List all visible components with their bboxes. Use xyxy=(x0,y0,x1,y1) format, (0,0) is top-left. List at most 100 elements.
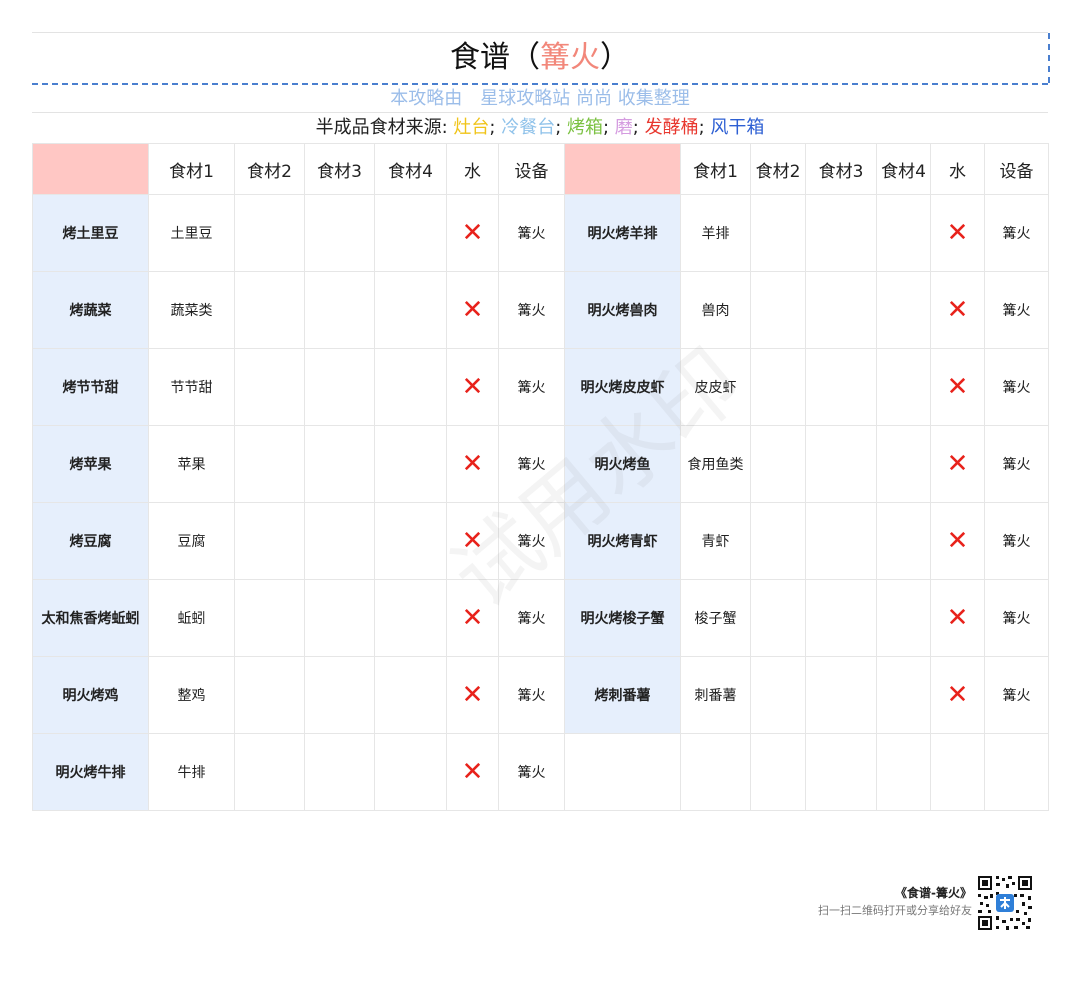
ingredient-source-row: 半成品食材来源: 灶台; 冷餐台; 烤箱; 磨; 发酵桶; 风干箱 xyxy=(32,113,1048,143)
ingredient-1: 豆腐 xyxy=(148,502,235,580)
cross-icon: ✕ xyxy=(461,295,484,325)
water-cell: ✕ xyxy=(930,425,985,503)
ingredient-3 xyxy=(805,348,877,426)
dish-name: 烤节节甜 xyxy=(32,348,149,426)
qr-code-icon[interactable] xyxy=(976,874,1034,932)
ingredient-2 xyxy=(750,194,806,272)
water-cell: ✕ xyxy=(446,733,499,811)
ingredient-1: 蚯蚓 xyxy=(148,579,235,657)
ingredient-1: 梭子蟹 xyxy=(680,579,751,657)
dish-name: 明火烤青虾 xyxy=(564,502,681,580)
dish-name: 明火烤梭子蟹 xyxy=(564,579,681,657)
ingredient-1: 整鸡 xyxy=(148,656,235,734)
equipment: 篝火 xyxy=(498,656,565,734)
equipment: 篝火 xyxy=(984,271,1049,349)
equipment: 篝火 xyxy=(984,425,1049,503)
water-cell: ✕ xyxy=(446,502,499,580)
ingredient-2 xyxy=(750,348,806,426)
empty-cell xyxy=(984,733,1049,811)
dish-name: 明火烤鱼 xyxy=(564,425,681,503)
column-header: 食材1 xyxy=(148,143,235,195)
water-cell: ✕ xyxy=(446,194,499,272)
ingredient-3 xyxy=(304,579,375,657)
column-header: 食材4 xyxy=(876,143,931,195)
equipment: 篝火 xyxy=(984,194,1049,272)
column-header: 食材2 xyxy=(234,143,305,195)
ingredient-1: 苹果 xyxy=(148,425,235,503)
dish-name: 烤蔬菜 xyxy=(32,271,149,349)
header-dish-cell xyxy=(32,143,149,195)
title-row: 食谱（篝火） xyxy=(32,32,1050,85)
column-header: 食材4 xyxy=(374,143,447,195)
cross-icon: ✕ xyxy=(461,218,484,248)
table-row: 烤苹果 苹果 ✕ 篝火 明火烤鱼 食用鱼类 ✕ 篝火 xyxy=(32,425,1049,503)
source-item: 发酵桶 xyxy=(644,117,699,138)
water-cell: ✕ xyxy=(930,656,985,734)
ingredient-4 xyxy=(876,194,931,272)
ingredient-4 xyxy=(876,579,931,657)
table-row: 太和焦香烤蚯蚓 蚯蚓 ✕ 篝火 明火烤梭子蟹 梭子蟹 ✕ 篝火 xyxy=(32,579,1049,657)
column-header: 食材3 xyxy=(304,143,375,195)
cross-icon: ✕ xyxy=(946,295,969,325)
table-row: 烤蔬菜 蔬菜类 ✕ 篝火 明火烤兽肉 兽肉 ✕ 篝火 xyxy=(32,271,1049,349)
water-cell: ✕ xyxy=(930,194,985,272)
ingredient-4 xyxy=(374,348,447,426)
dish-name: 太和焦香烤蚯蚓 xyxy=(32,579,149,657)
ingredient-1: 蔬菜类 xyxy=(148,271,235,349)
source-item: 烤箱 xyxy=(567,117,603,138)
table-row: 明火烤鸡 整鸡 ✕ 篝火 烤刺番薯 刺番薯 ✕ 篝火 xyxy=(32,656,1049,734)
ingredient-3 xyxy=(304,733,375,811)
source-separator: ; xyxy=(555,117,567,138)
title-accent: 篝火 xyxy=(540,40,600,75)
ingredient-2 xyxy=(750,656,806,734)
dish-name: 烤豆腐 xyxy=(32,502,149,580)
water-cell: ✕ xyxy=(446,425,499,503)
ingredient-2 xyxy=(234,502,305,580)
equipment: 篝火 xyxy=(498,733,565,811)
source-separator: ; xyxy=(489,117,502,138)
cross-icon: ✕ xyxy=(946,680,969,710)
recipe-table: 食材1 食材2 食材3 食材4 水设备 食材1 食材2 食材3 食材4 水设备 烤土里豆 土里豆 ✕ 篝… xyxy=(32,143,1049,811)
table-row: 烤土里豆 土里豆 ✕ 篝火 明火烤羊排 羊排 ✕ 篝火 xyxy=(32,194,1049,272)
ingredient-4 xyxy=(374,194,447,272)
footer-title: 《食谱-篝火》 xyxy=(895,886,972,900)
ingredient-4 xyxy=(374,579,447,657)
source-separator: ; xyxy=(603,117,615,138)
source-item: 磨 xyxy=(614,117,633,138)
source-list: 灶台; 冷餐台; 烤箱; 磨; 发酵桶; 风干箱 xyxy=(453,117,764,138)
ingredient-4 xyxy=(374,502,447,580)
ingredient-4 xyxy=(876,425,931,503)
dish-name: 烤土里豆 xyxy=(32,194,149,272)
equipment: 篝火 xyxy=(498,348,565,426)
empty-cell xyxy=(876,733,931,811)
equipment: 篝火 xyxy=(498,194,565,272)
dish-name: 烤刺番薯 xyxy=(564,656,681,734)
ingredient-4 xyxy=(876,656,931,734)
cross-icon: ✕ xyxy=(946,372,969,402)
column-header: 水 xyxy=(446,143,499,195)
empty-cell xyxy=(680,733,751,811)
cross-icon: ✕ xyxy=(461,757,484,787)
ingredient-2 xyxy=(234,656,305,734)
column-header: 设备 xyxy=(498,143,565,195)
ingredient-2 xyxy=(234,271,305,349)
source-item: 风干箱 xyxy=(710,117,765,138)
water-cell: ✕ xyxy=(446,656,499,734)
ingredient-3 xyxy=(805,425,877,503)
water-cell: ✕ xyxy=(930,348,985,426)
ingredient-3 xyxy=(304,425,375,503)
water-cell: ✕ xyxy=(930,271,985,349)
ingredient-2 xyxy=(234,579,305,657)
credit-part2: 星球攻略站 尚尚 收集整理 xyxy=(480,88,690,109)
ingredient-3 xyxy=(304,194,375,272)
column-header: 食材3 xyxy=(805,143,877,195)
empty-cell xyxy=(805,733,877,811)
footer-subtitle: 扫一扫二维码打开或分享给好友 xyxy=(818,904,972,917)
header-dish-cell xyxy=(564,143,681,195)
dish-name: 明火烤兽肉 xyxy=(564,271,681,349)
ingredient-2 xyxy=(234,348,305,426)
water-cell: ✕ xyxy=(930,579,985,657)
water-cell: ✕ xyxy=(446,348,499,426)
ingredient-4 xyxy=(876,502,931,580)
water-cell: ✕ xyxy=(930,502,985,580)
